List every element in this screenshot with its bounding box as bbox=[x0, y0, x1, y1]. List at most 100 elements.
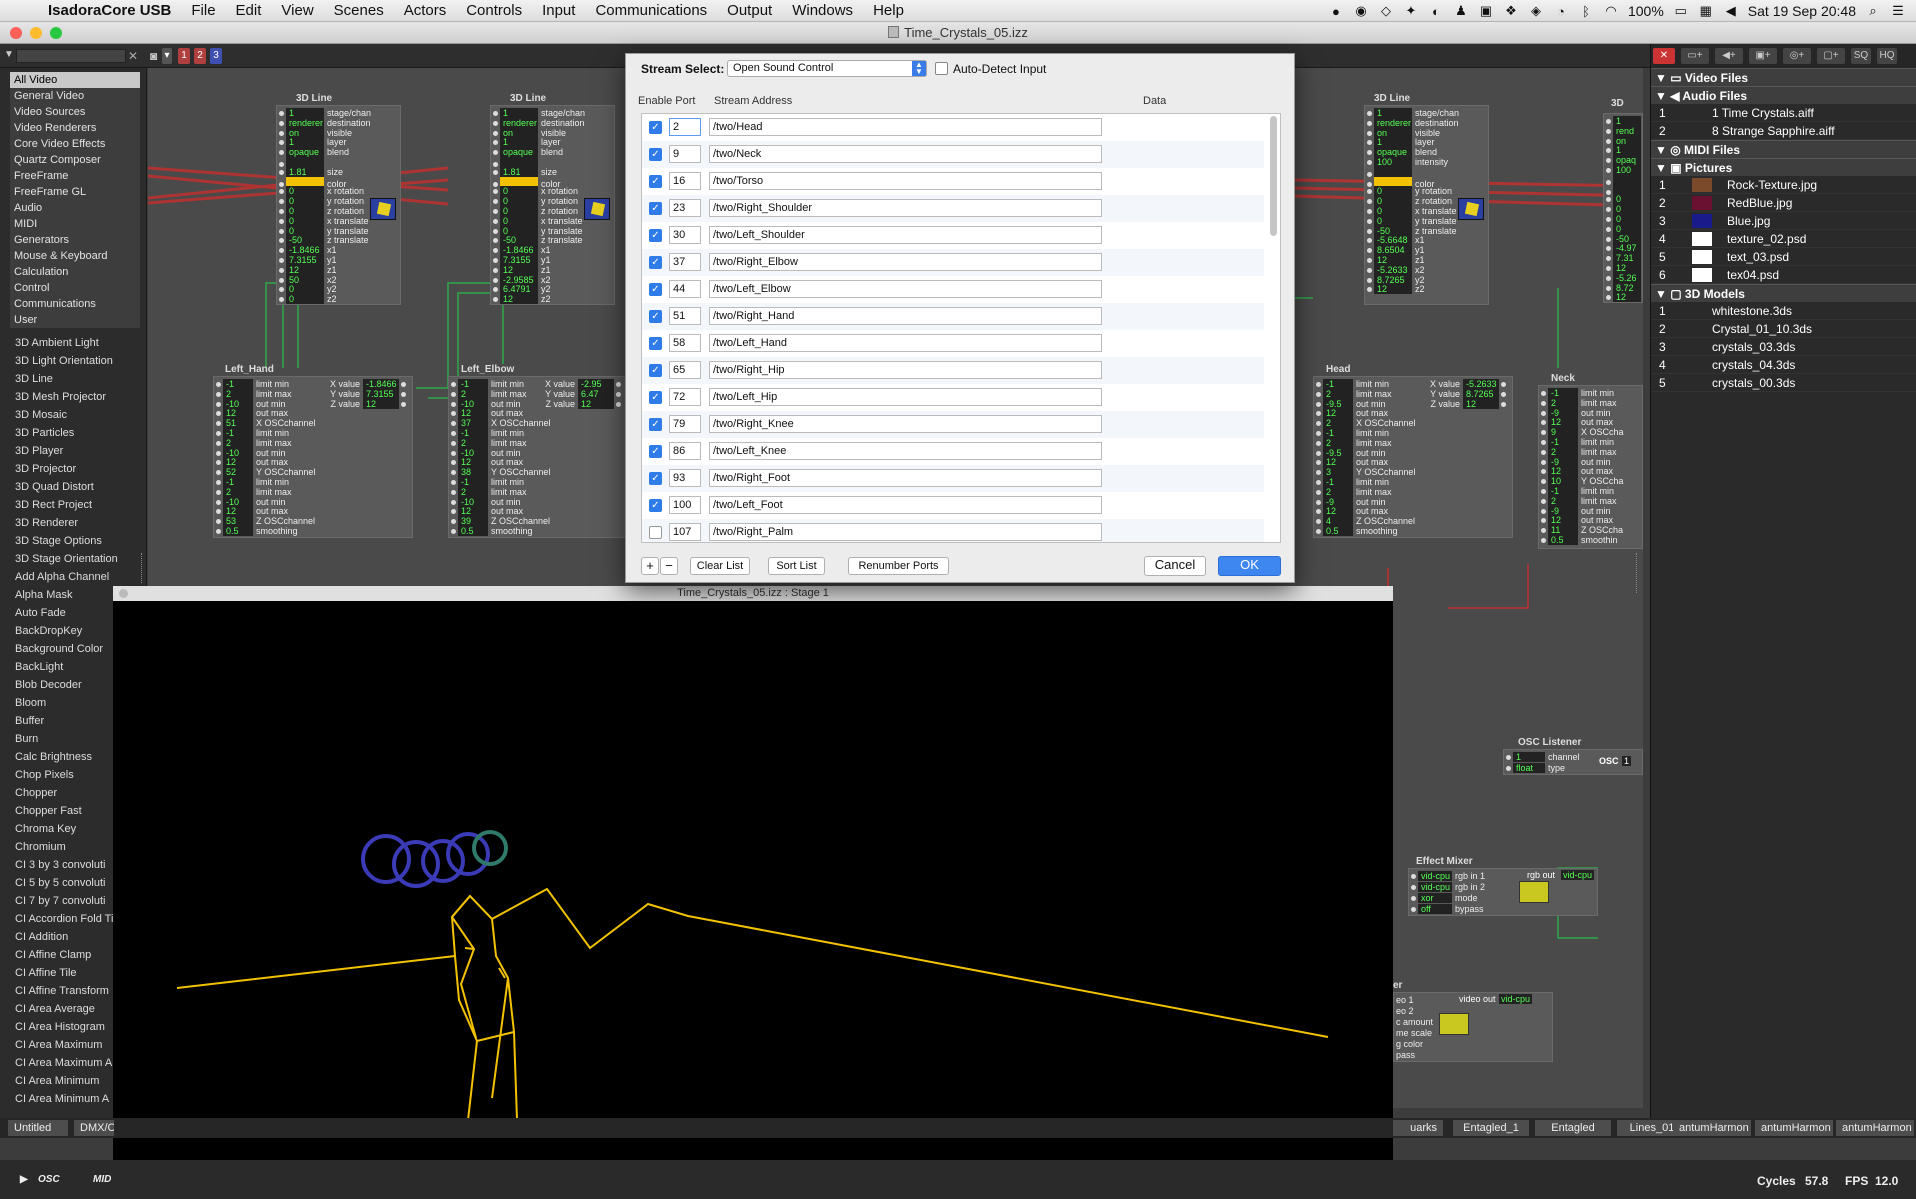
param-value[interactable]: 7.3155 bbox=[286, 255, 324, 265]
input-port-dot[interactable] bbox=[451, 421, 456, 427]
param-value[interactable]: -1 bbox=[1548, 437, 1578, 447]
input-port-dot[interactable] bbox=[216, 431, 221, 436]
stream-address-field[interactable]: /two/Right_Elbow bbox=[709, 253, 1102, 271]
input-port-dot[interactable] bbox=[1367, 218, 1372, 224]
param-value[interactable] bbox=[1613, 174, 1641, 185]
input-port-dot[interactable] bbox=[1367, 199, 1372, 205]
enable-port-checkbox[interactable]: ✓ bbox=[649, 256, 662, 269]
port-number-field[interactable]: 51 bbox=[669, 307, 701, 325]
actor-list-item[interactable]: 3D Ambient Light bbox=[15, 334, 143, 352]
input-port-dot[interactable] bbox=[1367, 228, 1372, 234]
actor-3d-line[interactable]: 1 stage/chan renderer destination on visible 1… bbox=[1364, 105, 1489, 305]
ok-button[interactable]: OK bbox=[1218, 556, 1281, 576]
input-port-dot[interactable] bbox=[493, 199, 498, 205]
input-port-dot[interactable] bbox=[1541, 410, 1546, 416]
media-row-model[interactable]: 2 Crystal_01_10.3ds bbox=[1651, 320, 1916, 338]
param-value[interactable]: 0 bbox=[1374, 196, 1412, 207]
param-value[interactable]: -50 bbox=[1613, 233, 1641, 244]
input-port-dot[interactable] bbox=[493, 130, 498, 136]
param-value[interactable]: 0 bbox=[1613, 204, 1641, 215]
input-port-dot[interactable] bbox=[1606, 236, 1611, 242]
param-value[interactable]: 12 bbox=[1323, 408, 1353, 419]
param-value[interactable]: opaque bbox=[500, 147, 538, 158]
port-number-field[interactable]: 93 bbox=[669, 469, 701, 487]
osc-indicator[interactable]: OSC bbox=[38, 1174, 60, 1185]
actor-list-item[interactable]: 3D Renderer bbox=[15, 514, 143, 532]
param-value[interactable]: 12 bbox=[223, 408, 253, 419]
menu-communications[interactable]: Communications bbox=[585, 2, 717, 19]
port-number-field[interactable]: 37 bbox=[669, 253, 701, 271]
tray-app-icon-3[interactable]: ✦ bbox=[1403, 3, 1419, 19]
actor-osc-multi[interactable]: -1 limit min 2 limit max -10 out min 12 out max… bbox=[448, 376, 628, 538]
input-port-dot[interactable] bbox=[1541, 518, 1546, 524]
input-port-dot[interactable] bbox=[493, 228, 498, 234]
input-port-dot[interactable] bbox=[493, 218, 498, 224]
actor-osc-multi[interactable]: -1 limit min 2 limit max -9 out min 12 out max 9… bbox=[1538, 385, 1643, 549]
category-item[interactable]: General Video bbox=[10, 88, 140, 104]
actor-video-effect[interactable]: video out vid-cpu eo 1 eo 2c amount me sca… bbox=[1393, 992, 1553, 1062]
dropbox-icon[interactable]: ❖ bbox=[1503, 3, 1519, 19]
output-value[interactable]: 12 bbox=[578, 399, 614, 409]
input-port-dot[interactable] bbox=[279, 111, 284, 116]
stream-address-field[interactable]: /two/Right_Foot bbox=[709, 469, 1102, 487]
param-value[interactable]: -5.6648 bbox=[1374, 235, 1412, 246]
input-port-dot[interactable] bbox=[451, 470, 456, 476]
enable-port-checkbox[interactable]: ✓ bbox=[649, 472, 662, 485]
actor-list-item[interactable]: 3D Mesh Projector bbox=[15, 388, 143, 406]
category-item[interactable]: Control bbox=[10, 280, 140, 296]
input-port-dot[interactable] bbox=[1367, 150, 1372, 156]
enable-port-checkbox[interactable]: ✓ bbox=[649, 364, 662, 377]
param-value[interactable]: opaq bbox=[1613, 155, 1641, 166]
stream-address-field[interactable]: /two/Left_Hip bbox=[709, 388, 1102, 406]
media-row-model[interactable]: 4 crystals_04.3ds bbox=[1651, 356, 1916, 374]
param-value[interactable]: 1 bbox=[1613, 116, 1641, 126]
input-port-dot[interactable] bbox=[451, 519, 456, 525]
actor-list-item[interactable]: 3D Stage Orientation bbox=[15, 550, 143, 568]
media-row-audio[interactable]: 2 8 Strange Sapphire.aiff bbox=[1651, 122, 1916, 140]
port-number-field[interactable]: 107 bbox=[669, 523, 701, 541]
menu-list-icon[interactable]: ☰ bbox=[1890, 3, 1906, 19]
param-value[interactable]: renderer bbox=[500, 117, 538, 128]
param-value[interactable]: 0 bbox=[1374, 206, 1412, 216]
param-value[interactable]: -10 bbox=[223, 447, 253, 458]
param-value[interactable]: on bbox=[286, 127, 324, 138]
clear-list-button[interactable]: Clear List bbox=[690, 557, 750, 575]
input-port-dot[interactable] bbox=[451, 440, 456, 446]
param-value[interactable]: 1 bbox=[286, 137, 324, 148]
input-port-dot[interactable] bbox=[279, 189, 284, 195]
param-value[interactable]: -1 bbox=[1323, 477, 1353, 487]
param-value[interactable]: 0 bbox=[286, 186, 324, 197]
input-port-dot[interactable] bbox=[216, 460, 221, 466]
param-value[interactable]: -10 bbox=[458, 447, 488, 458]
category-item[interactable]: User bbox=[10, 312, 140, 328]
input-port-dot[interactable] bbox=[451, 401, 456, 407]
input-port-dot[interactable] bbox=[279, 130, 284, 136]
input-port-dot[interactable] bbox=[1541, 508, 1546, 514]
collapse-triangle-icon[interactable]: ▼ bbox=[4, 49, 14, 60]
spotlight-icon[interactable]: ⌕ bbox=[1865, 3, 1881, 19]
param-value[interactable]: vid-cpu bbox=[1418, 882, 1452, 892]
actor-list-item[interactable]: 3D Mosaic bbox=[15, 406, 143, 424]
media-row-audio[interactable]: 1 1 Time Crystals.aiff bbox=[1651, 104, 1916, 122]
input-port-dot[interactable] bbox=[451, 382, 456, 387]
category-item[interactable]: Video Renderers bbox=[10, 120, 140, 136]
input-port-dot[interactable] bbox=[216, 470, 221, 476]
stream-address-field[interactable]: /two/Left_Knee bbox=[709, 442, 1102, 460]
category-item[interactable]: Calculation bbox=[10, 264, 140, 280]
param-value[interactable]: -50 bbox=[286, 235, 324, 246]
param-value[interactable]: 12 bbox=[1374, 255, 1412, 265]
param-value[interactable]: 8.7265 bbox=[1374, 274, 1412, 285]
port-number-field[interactable]: 86 bbox=[669, 442, 701, 460]
scene-tab[interactable]: Entagled_1 bbox=[1453, 1120, 1529, 1136]
param-value[interactable]: 0 bbox=[286, 215, 324, 226]
input-port-dot[interactable] bbox=[1316, 431, 1321, 436]
input-port-dot[interactable] bbox=[1316, 440, 1321, 446]
param-value[interactable]: renderer bbox=[1374, 117, 1412, 128]
input-port-dot[interactable] bbox=[1541, 430, 1546, 436]
input-port-dot[interactable] bbox=[493, 169, 498, 175]
video-files-header[interactable]: ▼ ▭ Video Files bbox=[1651, 68, 1916, 86]
param-value[interactable]: on bbox=[1374, 127, 1412, 138]
actor-list-item[interactable]: 3D Rect Project bbox=[15, 496, 143, 514]
tray-display-icon[interactable]: ▣ bbox=[1478, 3, 1494, 19]
param-value[interactable]: -4.97 bbox=[1613, 243, 1641, 254]
